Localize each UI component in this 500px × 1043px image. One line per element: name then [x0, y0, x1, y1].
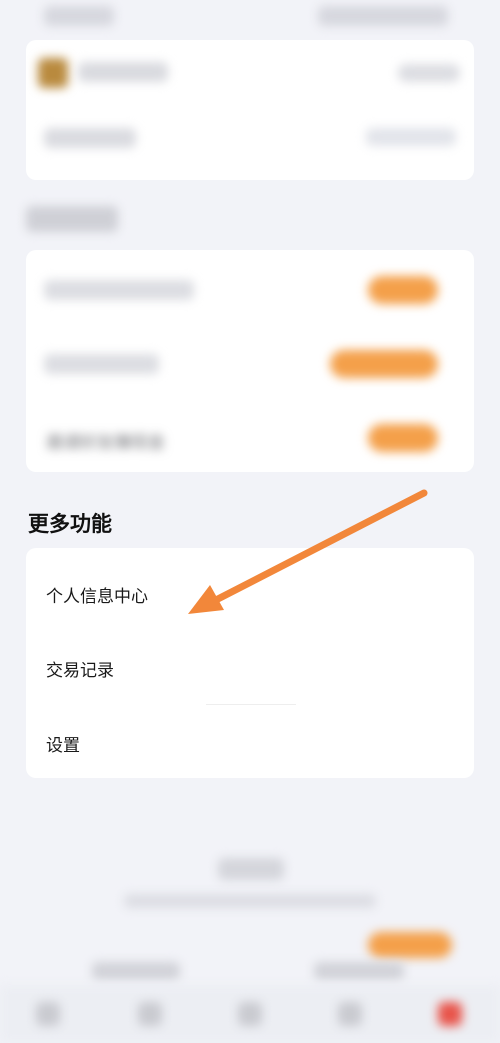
wallet-icon[interactable] [338, 1002, 362, 1026]
profile-icon[interactable] [438, 1002, 462, 1026]
footer-left-link[interactable] [92, 962, 180, 980]
chat-icon[interactable] [238, 1002, 262, 1026]
annotation-arrow-icon [188, 489, 428, 614]
footer-promo-button[interactable] [368, 932, 452, 958]
footer-subtitle [124, 894, 376, 908]
footer-title [218, 858, 284, 880]
home-icon[interactable] [36, 1002, 60, 1026]
grid-icon[interactable] [138, 1002, 162, 1026]
footer-right-link[interactable] [314, 962, 404, 980]
